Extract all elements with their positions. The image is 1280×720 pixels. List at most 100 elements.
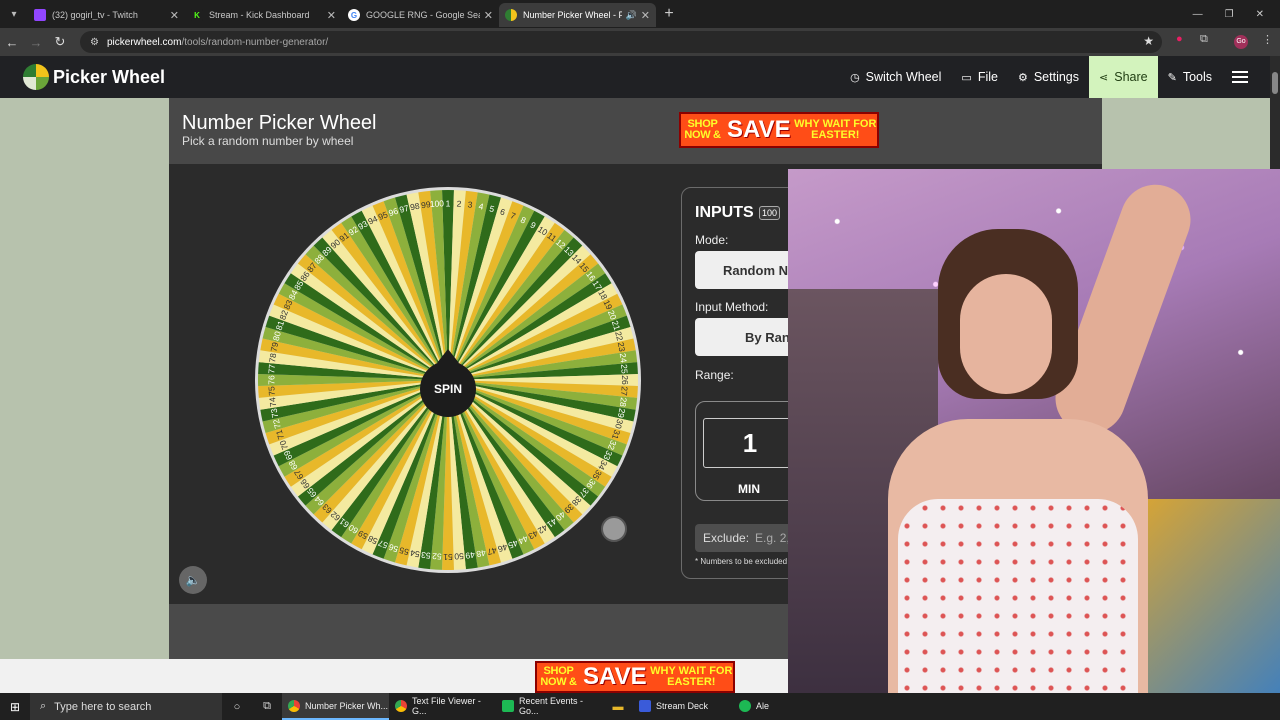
wrench-icon: ✎ (1167, 71, 1177, 84)
input-method-label: Input Method: (695, 300, 769, 314)
task-view-icon[interactable]: ⧉ (252, 700, 282, 713)
hamburger-menu-icon[interactable] (1232, 71, 1248, 83)
close-window-icon[interactable]: ✕ (1256, 9, 1264, 20)
taskbar-app-streamlabs[interactable]: Recent Events - Go... (496, 693, 603, 720)
scrollbar-thumb[interactable] (1272, 72, 1278, 94)
tab-title: Number Picker Wheel - Pick (523, 10, 622, 20)
streamer-face (960, 274, 1052, 394)
back-icon[interactable]: ← (0, 35, 24, 50)
url-bar[interactable]: ⚙ pickerwheel.com/tools/random-number-ge… (80, 31, 1162, 53)
ad-text: SHOP NOW & (684, 118, 721, 141)
windows-start-icon[interactable]: ⊞ (0, 700, 30, 714)
taskbar-app-stream-deck[interactable]: Stream Deck (633, 693, 733, 720)
browser-tab-picker-wheel[interactable]: Number Picker Wheel - Pick 🔊 ✕ (499, 3, 656, 27)
taskbar-app-label: Ale (756, 700, 770, 711)
ad-text-big: SAVE (727, 116, 791, 143)
taskbar-app-label: Text File Viewer - G... (412, 695, 481, 716)
wheel-slice-label: 52 (432, 551, 442, 562)
menu-tools[interactable]: ✎ Tools (1158, 56, 1222, 98)
url-host: pickerwheel.com (106, 36, 182, 48)
logo-text: Picker Wheel (53, 66, 166, 87)
browser-tab-strip: ▾ (32) gogirl_tv - Twitch ✕ K Stream - K… (0, 0, 1280, 28)
menu-file[interactable]: ▭ File (951, 56, 1008, 98)
ad-text: WHY WAIT FOR EASTER! (650, 665, 733, 688)
wheel-slice-label: 24 (618, 353, 629, 364)
wheel-slice-label: 2 (456, 198, 462, 208)
bottom-advertisement-banner[interactable]: SHOP NOW & SAVE WHY WAIT FOR EASTER! (535, 661, 735, 693)
wheel-slice-label: 28 (618, 397, 629, 408)
wheel-slice-label: 51 (443, 552, 453, 562)
speaker-icon[interactable]: 🔊 (626, 10, 637, 21)
file-explorer-icon[interactable]: ▬ (603, 701, 633, 713)
taskbar-app-chrome[interactable]: Number Picker Wh... (282, 693, 389, 720)
wheel-slice-label: 27 (619, 386, 630, 396)
menu-label: Tools (1182, 70, 1212, 84)
picker-wheel-icon (505, 9, 517, 21)
bookmark-star-icon[interactable]: ★ (1143, 34, 1154, 48)
tab-search-chevron-icon[interactable]: ▾ (0, 9, 28, 20)
inputs-count-badge: 100 (759, 206, 781, 220)
wheel-slice-label: 78 (267, 352, 278, 363)
site-header: Picker Wheel ◷ Switch Wheel ▭ File ⚙ Settin… (0, 56, 1270, 98)
cortana-icon[interactable]: ○ (222, 701, 252, 713)
profile-avatar[interactable]: Go (1234, 35, 1248, 49)
site-logo[interactable]: Picker Wheel (23, 64, 165, 90)
taskbar-app-spotify[interactable]: Ale (733, 693, 773, 720)
browser-tab-kick[interactable]: K Stream - Kick Dashboard ✕ (185, 3, 342, 27)
close-tab-icon[interactable]: ✕ (641, 9, 650, 22)
advertisement-banner[interactable]: SHOP NOW & SAVE WHY WAIT FOR EASTER! (679, 112, 879, 148)
picker-wheel-logo-icon (23, 64, 49, 90)
close-tab-icon[interactable]: ✕ (327, 9, 336, 22)
wheel-slice-label: 25 (619, 364, 630, 374)
ad-text-big: SAVE (583, 663, 647, 690)
chrome-icon (395, 699, 407, 712)
taskbar-search[interactable]: ⌕ Type here to search (30, 693, 222, 720)
menu-label: Share (1114, 70, 1148, 84)
new-tab-button[interactable]: + (656, 5, 682, 23)
menu-label: Switch Wheel (865, 70, 942, 84)
inputs-title: INPUTS (695, 204, 754, 221)
wheel-slice-label: 75 (266, 386, 277, 396)
taskbar-app-label: Number Picker Wh... (305, 700, 389, 711)
close-tab-icon[interactable]: ✕ (170, 9, 179, 22)
windows-taskbar: ⊞ ⌕ Type here to search ○ ⧉ Number Picke… (0, 693, 1280, 720)
browser-tab-google[interactable]: G GOOGLE RNG - Google Search ✕ (342, 3, 499, 27)
folder-icon: ▭ (961, 71, 972, 84)
spin-button[interactable]: SPIN (420, 349, 476, 417)
restore-icon[interactable]: ❐ (1225, 9, 1234, 20)
extensions-puzzle-icon[interactable]: ⧉ (1200, 33, 1208, 46)
clock-icon: ◷ (850, 71, 860, 84)
wheel-slice-label: 26 (620, 375, 630, 385)
close-tab-icon[interactable]: ✕ (484, 9, 493, 22)
browser-menu-icon[interactable]: ⋮ (1262, 33, 1273, 46)
twitch-icon (34, 9, 46, 21)
tab-title: Stream - Kick Dashboard (209, 10, 310, 20)
kick-icon: K (191, 9, 203, 21)
taskbar-search-placeholder: Type here to search (54, 700, 152, 713)
user-avatar (601, 516, 627, 542)
reload-icon[interactable]: ↻ (48, 34, 72, 50)
gear-icon: ⚙ (1017, 71, 1028, 84)
menu-settings[interactable]: ⚙ Settings (1008, 56, 1089, 98)
site-info-icon[interactable]: ⚙ (90, 37, 99, 48)
streamlabs-icon (502, 699, 514, 712)
extension-icon[interactable]: ● (1176, 33, 1183, 45)
webcam-overlay (788, 169, 1280, 693)
wheel-slice-label: 76 (266, 375, 276, 385)
stream-deck-icon (639, 699, 651, 712)
sound-toggle-icon[interactable]: 🔈 (179, 566, 207, 594)
menu-share[interactable]: ⋖ Share (1089, 56, 1158, 98)
ad-text: SHOP NOW & (540, 665, 577, 688)
exclude-note: * Numbers to be excluded (695, 557, 788, 566)
min-number-input[interactable]: 1 (703, 418, 797, 468)
wheel-slice-label: 1 (446, 198, 451, 208)
menu-switch-wheel[interactable]: ◷ Switch Wheel (840, 56, 951, 98)
tab-title: (32) gogirl_tv - Twitch (52, 10, 138, 20)
minimize-icon[interactable]: — (1193, 9, 1203, 20)
taskbar-app-chrome-2[interactable]: Text File Viewer - G... (389, 693, 496, 720)
browser-tab-twitch[interactable]: (32) gogirl_tv - Twitch ✕ (28, 3, 185, 27)
wheel-slice-label: 77 (266, 364, 277, 374)
range-label: Range: (695, 368, 734, 382)
forward-icon[interactable]: → (24, 35, 48, 50)
tab-title: GOOGLE RNG - Google Search (366, 10, 480, 20)
